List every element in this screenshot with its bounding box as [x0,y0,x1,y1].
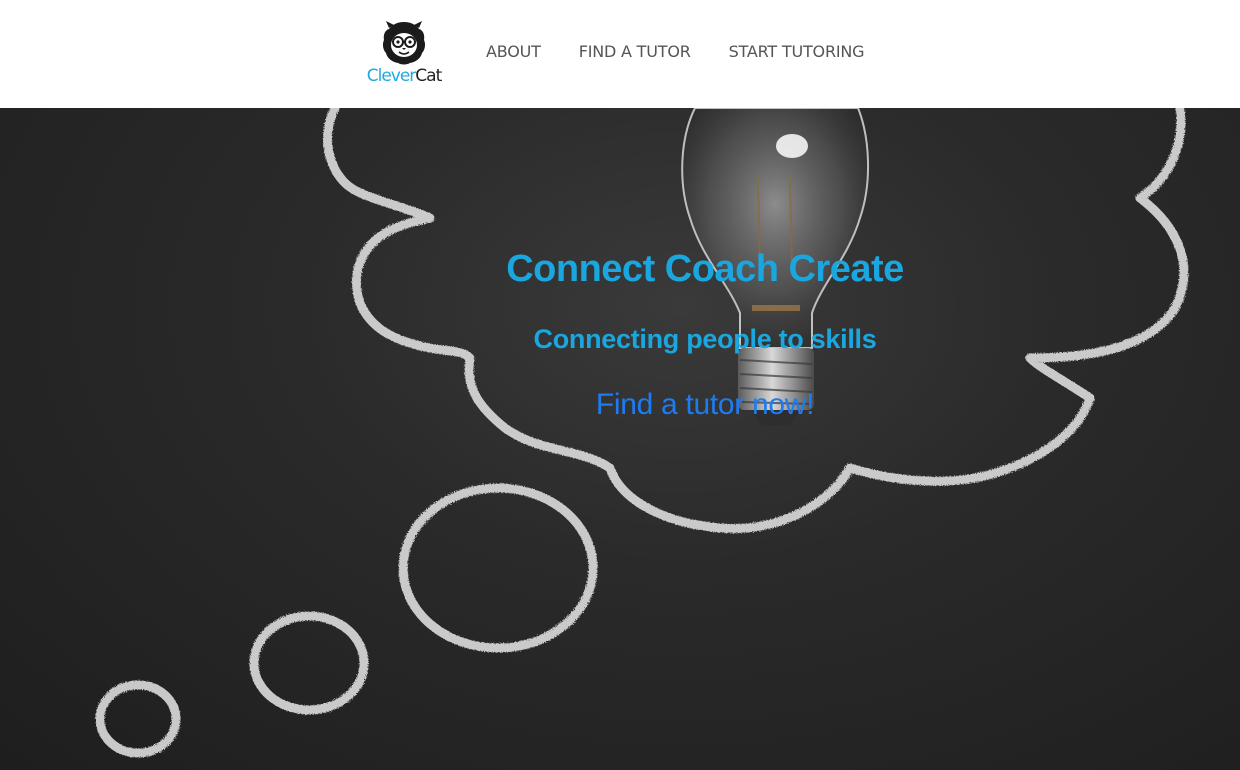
hero-subtitle: Connecting people to skills [533,324,877,354]
logo-wordmark: CleverCat [366,66,443,86]
chalk-thought-bubble [95,108,1189,758]
chalkboard-background [95,108,1189,758]
clevercat-logo[interactable]: CleverCat [366,18,442,92]
main-nav: ABOUT FIND A TUTOR START TUTORING [486,42,902,61]
nav-about[interactable]: ABOUT [486,42,541,61]
nav-start-tutoring[interactable]: START TUTORING [729,42,865,61]
nav-find-a-tutor[interactable]: FIND A TUTOR [579,42,691,61]
hero-section: Connect Coach Create Connecting people t… [0,108,1240,770]
hero-title: Connect Coach Create [506,248,904,290]
cat-with-glasses-icon [382,21,426,65]
find-tutor-cta-link[interactable]: Find a tutor now! [0,388,1240,422]
cta-label[interactable]: Find a tutor now! [596,388,815,421]
site-header: CleverCat ABOUT FIND A TUTOR START TUTOR… [0,0,1240,108]
